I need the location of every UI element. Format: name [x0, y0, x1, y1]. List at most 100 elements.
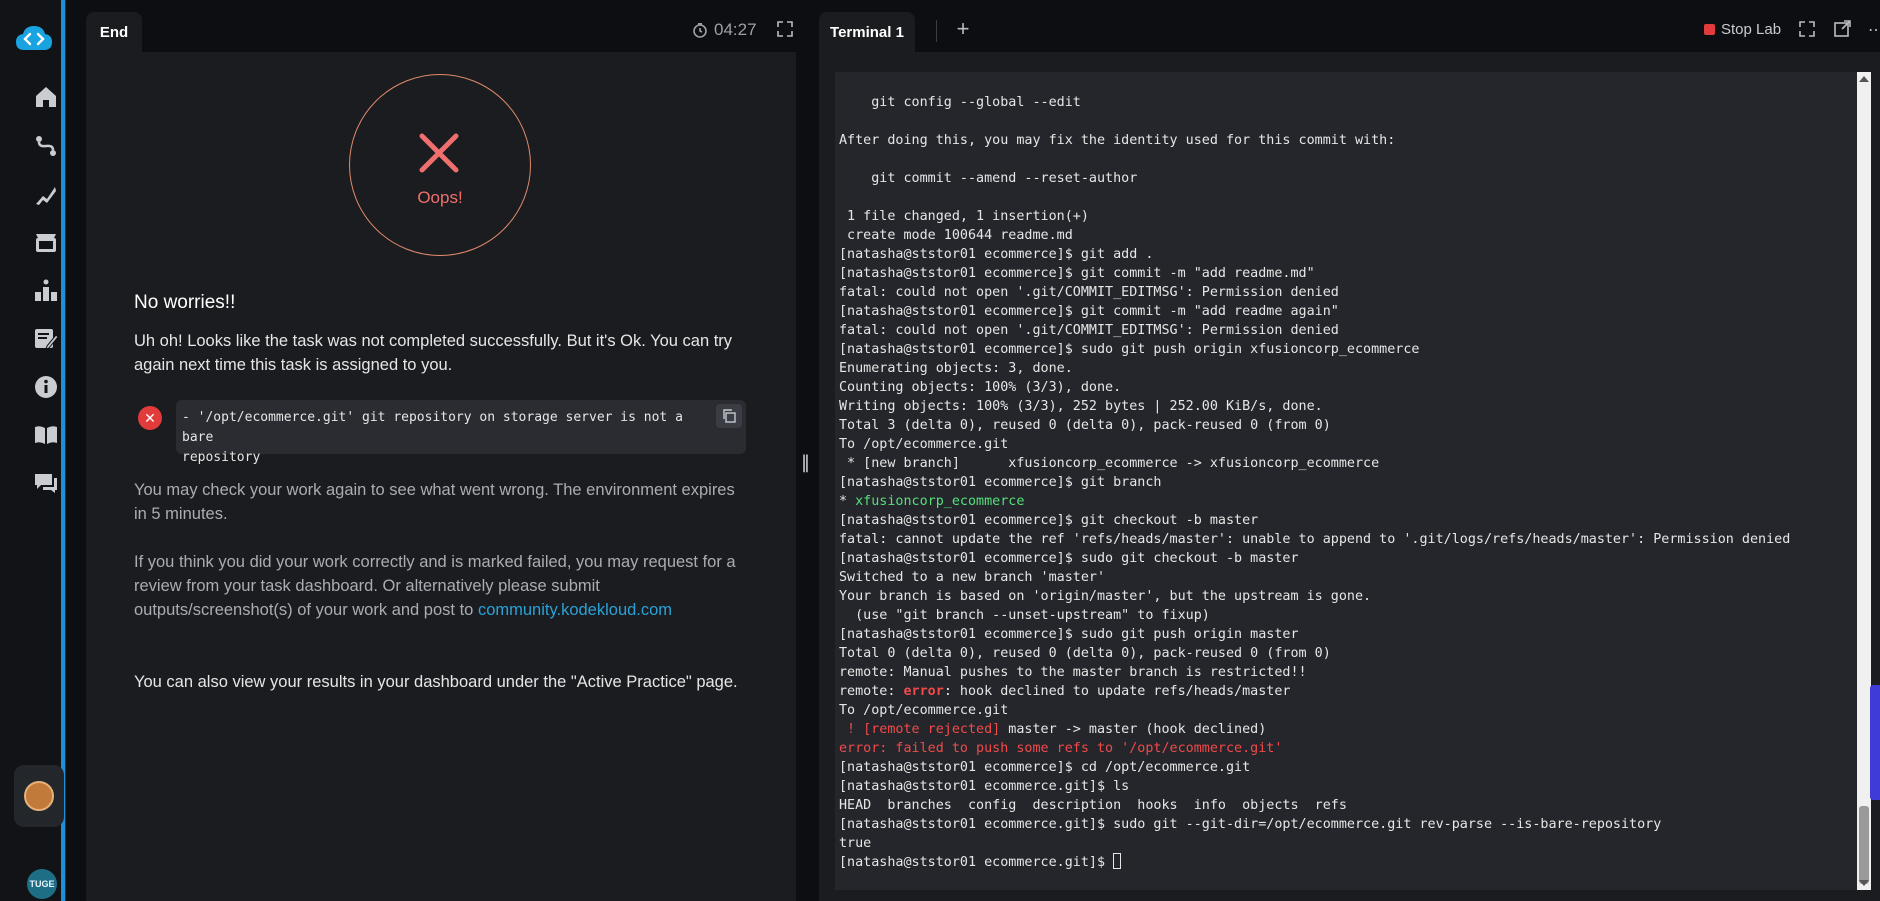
app-root: { "sidebar": { "logo": "kodekloud-logo",… [0, 0, 1880, 901]
check-text: You may check your work again to see wha… [134, 481, 735, 523]
community-link[interactable]: community.kodekloud.com [478, 601, 672, 619]
scroll-up-arrow[interactable] [1859, 76, 1869, 82]
review-text: If you think you did your work correctly… [134, 550, 744, 622]
terminal-line: [natasha@ststor01 ecommerce.git]$ ls [839, 779, 1130, 794]
terminal-line: create mode 100644 readme.md [839, 228, 1073, 243]
video-icon[interactable] [33, 230, 59, 256]
fullscreen-icon[interactable] [1798, 20, 1816, 38]
terminal-line: [natasha@ststor01 ecommerce]$ sudo git p… [839, 627, 1299, 642]
terminal-line: * [new branch] xfusioncorp_ecommerce -> … [839, 456, 1380, 471]
terminal-line: Writing objects: 100% (3/3), 252 bytes |… [839, 399, 1323, 414]
avatar-box[interactable] [14, 765, 64, 827]
terminal-line: Enumerating objects: 3, done. [839, 361, 1073, 376]
current-branch: xfusioncorp_ecommerce [855, 494, 1025, 509]
terminal-line: fatal: cannot update the ref 'refs/heads… [839, 532, 1791, 547]
terminal-line: [natasha@ststor01 ecommerce]$ git commit… [839, 304, 1339, 319]
terminal-line: fatal: could not open '.git/COMMIT_EDITM… [839, 323, 1339, 338]
timer-value: 04:27 [714, 20, 757, 39]
terminal-output: git config --global --edit After doing th… [839, 93, 1790, 872]
terminal-scrollbar[interactable] [1857, 72, 1871, 890]
terminal-line: [natasha@ststor01 ecommerce.git]$ sudo g… [839, 817, 1662, 832]
terminal-line: [natasha@ststor01 ecommerce]$ git checko… [839, 513, 1259, 528]
scroll-down-arrow[interactable] [1859, 880, 1869, 886]
side-tab[interactable] [1870, 685, 1880, 800]
roadmap-icon[interactable] [33, 133, 59, 159]
error-item: ✕ - '/opt/ecommerce.git' git repository … [134, 400, 746, 465]
terminal-line: Total 3 (delta 0), reused 0 (delta 0), p… [839, 418, 1331, 433]
terminal-text: master -> master (hook declined) [1000, 722, 1267, 737]
terminal-red-text: ! [remote rejected] [839, 722, 1001, 737]
terminal-line: [natasha@ststor01 ecommerce]$ sudo git c… [839, 551, 1299, 566]
copy-icon [723, 409, 736, 423]
error-message: - '/opt/ecommerce.git' git repository on… [176, 400, 746, 465]
user-badge[interactable]: TUGE [27, 869, 57, 899]
sidebar-accent [61, 0, 65, 901]
more-icon[interactable]: ⋯ [1868, 20, 1880, 40]
stop-icon [1704, 24, 1715, 35]
tasks-icon[interactable] [33, 326, 59, 352]
open-external-icon[interactable] [1833, 20, 1851, 38]
terminal-line: [natasha@ststor01 ecommerce]$ git add . [839, 247, 1154, 262]
terminal-line: ! [remote rejected] master -> master (ho… [839, 720, 1790, 739]
terminal-line: (use "git branch --unset-upstream" to fi… [839, 608, 1210, 623]
terminal-line: * xfusioncorp_ecommerce [839, 494, 1025, 509]
result-heading: No worries!! [134, 292, 236, 313]
tab-end[interactable]: End [86, 12, 142, 52]
clock-icon [693, 23, 707, 38]
scroll-thumb[interactable] [1859, 806, 1869, 884]
new-tab-button[interactable]: + [952, 18, 974, 40]
terminal-line: Your branch is based on 'origin/master',… [839, 589, 1372, 604]
tab-divider [936, 20, 937, 42]
terminal-line: To /opt/ecommerce.git [839, 703, 1009, 718]
terminal-line: [natasha@ststor01 ecommerce]$ git commit… [839, 266, 1315, 281]
docs-icon[interactable] [33, 422, 59, 448]
terminal-line: Total 0 (delta 0), reused 0 (delta 0), p… [839, 646, 1331, 661]
skill-icon[interactable] [33, 182, 59, 208]
terminal-line: HEAD branches config description hooks i… [839, 798, 1347, 813]
error-line-1: - '/opt/ecommerce.git' git repository on… [182, 410, 683, 445]
expand-icon[interactable] [776, 20, 794, 38]
info-icon[interactable] [33, 374, 59, 400]
leaderboard-icon[interactable] [33, 278, 59, 304]
fail-x-icon [419, 133, 459, 173]
tab-terminal-1[interactable]: Terminal 1 [819, 12, 915, 52]
terminal-line: git config --global --edit [839, 95, 1081, 110]
timer: 04:27 [692, 20, 757, 40]
terminal-line: true [839, 836, 872, 851]
kodekloud-logo[interactable] [14, 22, 54, 56]
panel-splitter[interactable]: ‖ [801, 452, 810, 473]
avatar[interactable] [24, 781, 54, 811]
stop-lab-label: Stop Lab [1721, 21, 1782, 38]
terminal-screen[interactable]: git config --global --edit After doing th… [835, 72, 1857, 890]
terminal-line: remote: error: hook declined to update r… [839, 684, 1291, 699]
terminal-line: To /opt/ecommerce.git [839, 437, 1009, 452]
chat-icon[interactable] [33, 470, 59, 496]
terminal-line: Switched to a new branch 'master' [839, 570, 1106, 585]
terminal-line: remote: Manual pushes to the master bran… [839, 665, 1307, 680]
stop-lab-button[interactable]: Stop Lab [1704, 21, 1781, 38]
left-header [86, 0, 796, 52]
terminal-line: [natasha@ststor01 ecommerce]$ cd /opt/ec… [839, 760, 1251, 775]
terminal-line: git commit --amend --reset-author [839, 171, 1138, 186]
terminal-line: Counting objects: 100% (3/3), done. [839, 380, 1122, 395]
error-line-2: repository [182, 450, 261, 465]
oops-label: Oops! [417, 188, 463, 207]
terminal-line: 1 file changed, 1 insertion(+) [839, 209, 1089, 224]
intro-text: Uh oh! Looks like the task was not compl… [134, 332, 733, 374]
home-icon[interactable] [33, 84, 59, 110]
terminal-error-word: error [903, 684, 944, 699]
terminal-line: [natasha@ststor01 ecommerce.git]$ [839, 853, 1790, 872]
terminal-line: [natasha@ststor01 ecommerce]$ sudo git p… [839, 342, 1420, 357]
terminal-line: After doing this, you may fix the identi… [839, 133, 1396, 148]
dashboard-text: You can also view your results in your d… [134, 673, 738, 691]
copy-button[interactable] [716, 404, 742, 428]
terminal-line: [natasha@ststor01 ecommerce]$ git branch [839, 475, 1162, 490]
terminal-line: error: failed to push some refs to '/opt… [839, 741, 1283, 756]
terminal-cursor [1113, 853, 1122, 869]
error-close-icon: ✕ [138, 406, 162, 430]
sidebar: TUGE [0, 0, 66, 901]
terminal-line: fatal: could not open '.git/COMMIT_EDITM… [839, 285, 1339, 300]
